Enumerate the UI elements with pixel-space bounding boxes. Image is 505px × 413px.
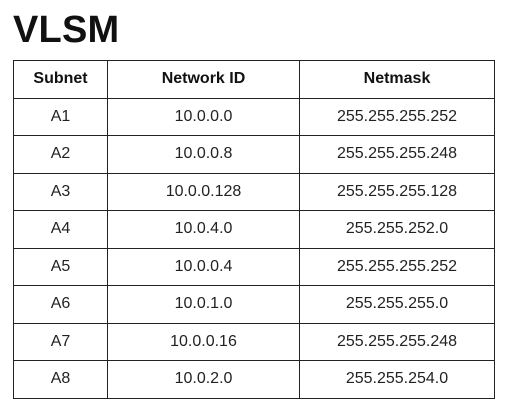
header-netmask: Netmask <box>299 60 495 99</box>
vlsm-table: Subnet Network ID Netmask A1 10.0.0.0 25… <box>13 60 495 399</box>
header-row: Subnet Network ID Netmask <box>13 60 495 99</box>
cell-netmask: 255.255.255.128 <box>299 172 495 211</box>
cell-subnet: A7 <box>13 322 108 361</box>
table-row: A2 10.0.0.8 255.255.255.248 <box>13 135 495 174</box>
cell-network-id: 10.0.0.16 <box>107 322 300 361</box>
cell-network-id: 10.0.1.0 <box>107 285 300 324</box>
cell-subnet: A3 <box>13 172 108 211</box>
cell-network-id: 10.0.0.4 <box>107 247 300 286</box>
cell-netmask: 255.255.254.0 <box>299 360 495 399</box>
table-row: A6 10.0.1.0 255.255.255.0 <box>13 285 495 324</box>
header-subnet: Subnet <box>13 60 108 99</box>
table-row: A7 10.0.0.16 255.255.255.248 <box>13 322 495 361</box>
cell-netmask: 255.255.255.0 <box>299 285 495 324</box>
table-row: A5 10.0.0.4 255.255.255.252 <box>13 247 495 286</box>
cell-netmask: 255.255.255.252 <box>299 97 495 136</box>
header-network-id: Network ID <box>107 60 300 99</box>
cell-network-id: 10.0.0.0 <box>107 97 300 136</box>
cell-netmask: 255.255.255.248 <box>299 322 495 361</box>
table-row: A4 10.0.4.0 255.255.252.0 <box>13 210 495 249</box>
cell-network-id: 10.0.4.0 <box>107 210 300 249</box>
table-row: A1 10.0.0.0 255.255.255.252 <box>13 97 495 136</box>
cell-subnet: A5 <box>13 247 108 286</box>
cell-network-id: 10.0.0.8 <box>107 135 300 174</box>
cell-subnet: A6 <box>13 285 108 324</box>
cell-subnet: A2 <box>13 135 108 174</box>
page-title: VLSM <box>13 9 120 51</box>
table-body: A1 10.0.0.0 255.255.255.252 A2 10.0.0.8 … <box>13 97 495 399</box>
table-row: A8 10.0.2.0 255.255.254.0 <box>13 360 495 399</box>
cell-subnet: A4 <box>13 210 108 249</box>
cell-netmask: 255.255.255.248 <box>299 135 495 174</box>
table-row: A3 10.0.0.128 255.255.255.128 <box>13 172 495 211</box>
cell-network-id: 10.0.2.0 <box>107 360 300 399</box>
cell-netmask: 255.255.252.0 <box>299 210 495 249</box>
cell-subnet: A8 <box>13 360 108 399</box>
cell-subnet: A1 <box>13 97 108 136</box>
table-header: Subnet Network ID Netmask <box>13 60 495 99</box>
cell-network-id: 10.0.0.128 <box>107 172 300 211</box>
cell-netmask: 255.255.255.252 <box>299 247 495 286</box>
